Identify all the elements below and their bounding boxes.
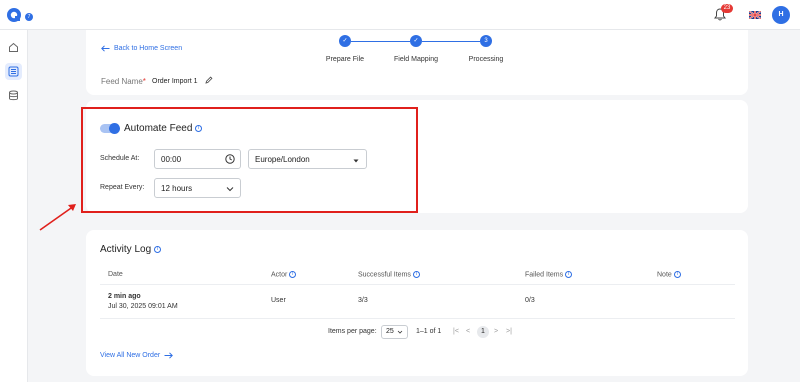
arrow-right-icon [164, 352, 174, 359]
arrow-left-icon [101, 45, 110, 52]
schedule-time-value: 00:00 [161, 154, 182, 164]
chevron-down-icon [397, 330, 403, 334]
clock-icon[interactable] [225, 154, 235, 164]
top-bar: 7 23 H [0, 0, 800, 30]
logo-badge: 7 [25, 13, 33, 21]
column-header-failed-items: Failed Items i [525, 271, 573, 278]
row-failed: 0/3 [525, 297, 535, 304]
table-row-divider [100, 318, 735, 319]
sidebar-item-database[interactable] [5, 87, 22, 104]
table-header-divider [100, 284, 735, 285]
info-icon[interactable]: i [565, 271, 573, 278]
info-icon[interactable]: i [412, 271, 420, 278]
view-all-label: View All New Order [100, 352, 161, 359]
pagination-range: 1–1 of 1 [416, 328, 442, 335]
step-complete-check-icon: ✓ [339, 35, 351, 47]
info-icon[interactable]: i [673, 271, 681, 278]
info-icon[interactable]: i [153, 245, 161, 253]
row-actor: User [271, 297, 286, 304]
row-date-relative: 2 min ago [108, 293, 141, 300]
view-all-orders-link[interactable]: View All New Order [100, 352, 174, 359]
list-icon [8, 66, 19, 77]
annotation-arrow [39, 204, 76, 231]
last-page-icon[interactable]: >| [506, 328, 512, 335]
automate-feed-toggle[interactable] [100, 123, 120, 134]
next-page-icon[interactable]: > [494, 328, 498, 335]
items-per-page-value: 25 [386, 328, 394, 335]
stepper-connector [351, 41, 410, 42]
schedule-time-input[interactable]: 00:00 [154, 149, 241, 169]
repeat-every-value: 12 hours [161, 183, 193, 193]
sidebar-item-home[interactable] [5, 39, 22, 56]
database-icon [9, 90, 18, 101]
app-logo-icon[interactable] [6, 7, 22, 23]
step-label-field-mapping: Field Mapping [394, 56, 438, 63]
column-header-actor: Actor i [271, 271, 297, 278]
home-icon [9, 42, 18, 52]
uk-flag-icon[interactable] [749, 11, 761, 19]
column-header-note: Note i [657, 271, 681, 278]
feed-name-label: Feed Name* [101, 77, 146, 86]
first-page-icon[interactable]: |< [453, 328, 459, 335]
schedule-at-label: Schedule At: [100, 155, 140, 162]
caret-down-icon [353, 159, 359, 163]
repeat-every-select[interactable]: 12 hours [154, 178, 241, 198]
repeat-every-label: Repeat Every: [100, 184, 145, 191]
step-label-prepare-file: Prepare File [325, 56, 365, 63]
step-complete-check-icon: ✓ [410, 35, 422, 47]
row-date-full: Jul 30, 2025 09:01 AM [108, 303, 178, 310]
sidebar-item-feeds[interactable] [5, 63, 22, 80]
stepper-connector [422, 41, 480, 42]
chevron-down-icon [226, 187, 234, 192]
back-link-label: Back to Home Screen [114, 45, 183, 52]
column-header-date: Date [108, 271, 123, 278]
activity-log-title: Activity Log i [100, 244, 161, 255]
step-number: 3 [480, 35, 492, 47]
items-per-page-select[interactable]: 25 [381, 325, 408, 339]
step-label-processing: Processing [468, 56, 504, 63]
timezone-value: Europe/London [255, 154, 310, 164]
notification-count-badge: 23 [721, 4, 733, 13]
sidebar [0, 30, 28, 382]
automate-feed-title: Automate Feed i [124, 123, 203, 134]
timezone-select[interactable]: Europe/London [248, 149, 367, 169]
current-page[interactable]: 1 [477, 326, 489, 338]
user-avatar[interactable]: H [772, 6, 790, 24]
prev-page-icon[interactable]: < [466, 328, 470, 335]
edit-pencil-icon[interactable] [205, 76, 213, 84]
activity-log-card [86, 230, 748, 376]
back-to-home-link[interactable]: Back to Home Screen [101, 45, 182, 52]
info-icon[interactable]: i [195, 124, 203, 132]
row-successful: 3/3 [358, 297, 368, 304]
info-icon[interactable]: i [289, 271, 297, 278]
items-per-page-label: Items per page: [328, 328, 377, 335]
feed-name-value: Order Import 1 [152, 78, 198, 85]
column-header-successful-items: Successful Items i [358, 271, 420, 278]
toggle-knob [109, 123, 120, 134]
